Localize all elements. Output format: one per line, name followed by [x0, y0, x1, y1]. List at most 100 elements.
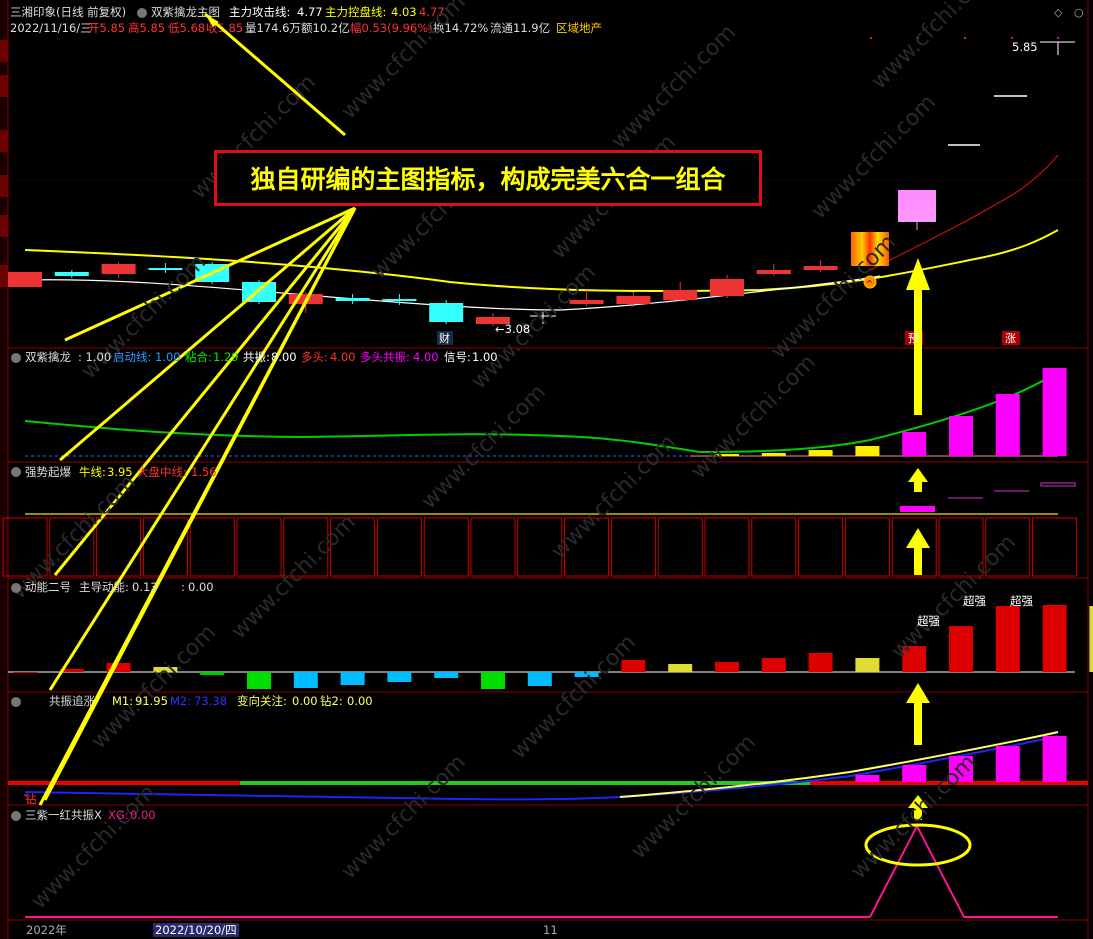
settings-icon[interactable] [11, 697, 21, 707]
panel2-bar [704, 517, 750, 577]
panel2-bar [96, 517, 142, 577]
panel2-bar [610, 517, 656, 577]
panel3-bar [855, 658, 880, 672]
panel4-bar [1042, 736, 1067, 782]
panel1-value2: 1.29 [213, 350, 239, 364]
panel2-bar [376, 517, 422, 577]
watermark-text: www.cfchi.com [417, 380, 551, 514]
panel1-label4: 多头: [301, 350, 328, 364]
panel3-bar [481, 672, 505, 689]
panel4-value3: 0.00 [292, 694, 318, 708]
watermark-text: www.cfchi.com [467, 260, 601, 394]
yi-tag[interactable]: 预 [908, 332, 919, 346]
panel2-bar [423, 517, 469, 577]
xaxis-year: 2022年 [26, 923, 67, 937]
watermark-text: www.cfchi.com [607, 20, 741, 154]
candle-body [663, 290, 698, 300]
watermark-text: www.cfchi.com [507, 630, 641, 764]
panel5-name[interactable]: 三紫一红共振X [25, 808, 102, 822]
xaxis-cursor-date: 2022/10/20/四 [153, 923, 239, 937]
panel2-bar [470, 517, 516, 577]
watermark-text: www.cfchi.com [547, 430, 681, 564]
panel3-bar [1089, 606, 1093, 672]
candle-body [101, 264, 136, 274]
panel3-bar [13, 672, 37, 673]
candle-body [8, 272, 42, 287]
candle-body [803, 266, 838, 270]
panel3-bar [434, 672, 459, 678]
panel1-bar [855, 446, 880, 456]
panel3-value1: 0.13 [132, 580, 158, 594]
panel1-label6: 信号: [444, 350, 471, 364]
candle-body [382, 299, 417, 301]
panel1-name[interactable]: 双紫擒龙 [25, 350, 71, 364]
panel1-value1: 1.00 [155, 350, 181, 364]
watermark-text: www.cfchi.com [337, 750, 471, 884]
panel4-name[interactable]: 共振追涨 [49, 694, 95, 708]
candle-body [335, 298, 370, 301]
panel1-value6: 1.00 [472, 350, 498, 364]
panel2-bar [844, 517, 890, 577]
zuan-marker: 钻 [25, 792, 37, 806]
panel3-bar [247, 672, 271, 689]
panel1-label2: 粘合: [185, 350, 212, 364]
panel3-bar [995, 606, 1020, 672]
panel2-name[interactable]: 强势起爆 [25, 465, 71, 479]
panel3-bar [668, 664, 693, 672]
panel3-bar [949, 626, 973, 672]
xaxis-month: 11 [543, 923, 558, 937]
panel3-bar [1042, 605, 1067, 672]
panel4-label2: M2: [170, 694, 192, 708]
candle-body [756, 270, 791, 274]
panel3-bar [340, 672, 365, 685]
panel1-bar [761, 453, 786, 456]
panel1-value4: 4.00 [330, 350, 356, 364]
panel1-bar [1042, 368, 1067, 456]
watermark-text: www.cfchi.com [687, 350, 821, 484]
panel3-bar [293, 672, 318, 688]
panel2-value2: 1.56 [191, 465, 217, 479]
candle-body [710, 279, 744, 296]
panel5-value1: 0.00 [130, 808, 156, 822]
watermark-text: www.cfchi.com [227, 510, 361, 644]
settings-icon[interactable] [11, 811, 21, 821]
candle-body [429, 303, 464, 322]
panel3-value2: 0.00 [188, 580, 214, 594]
panel5-label1: XG: [108, 808, 129, 822]
panel1-bar [808, 450, 833, 456]
settings-icon[interactable] [11, 353, 21, 363]
panel3-bar [808, 653, 833, 672]
panel4-label4: 钻2: [320, 694, 343, 708]
panel4-bar [855, 775, 880, 782]
signal-candle [898, 190, 936, 222]
settings-icon[interactable] [11, 467, 21, 477]
panel1-bar [949, 416, 973, 456]
panel3-label1: 主导动能: [79, 580, 129, 594]
super-strong-tag: 超强 [917, 614, 940, 628]
candle-body [54, 272, 89, 276]
panel2-bar [1032, 517, 1078, 577]
zhang-tag[interactable]: 涨 [1005, 332, 1016, 346]
panel3-bar [761, 658, 786, 672]
panel2-bar [798, 517, 844, 577]
panel1-value5: 4.00 [413, 350, 439, 364]
watermark-text: www.cfchi.com [627, 730, 761, 864]
panel1-value3: 8.00 [271, 350, 297, 364]
panel1-value: : 1.00 [78, 350, 112, 364]
panel2-bar [189, 517, 235, 577]
panel3-name[interactable]: 动能二号 [25, 580, 71, 594]
watermark-text: www.cfchi.com [767, 230, 901, 364]
panel4-value2: 73.38 [194, 694, 227, 708]
cai-tag[interactable]: 财 [439, 332, 450, 346]
settings-icon[interactable] [11, 583, 21, 593]
high-price-label: 5.85 [1012, 40, 1038, 54]
panel4-label1: M1: [112, 694, 134, 708]
watermark-text: www.cfchi.com [77, 250, 211, 384]
panel1-bar [995, 394, 1020, 456]
super-strong-tag: 超强 [963, 594, 986, 608]
panel3-label2: : [181, 580, 185, 594]
candle-body [616, 296, 651, 304]
panel2-value1: 3.95 [107, 465, 133, 479]
panel1-label3: 共振: [243, 350, 270, 364]
panel2-label1: 牛线: [79, 465, 106, 479]
